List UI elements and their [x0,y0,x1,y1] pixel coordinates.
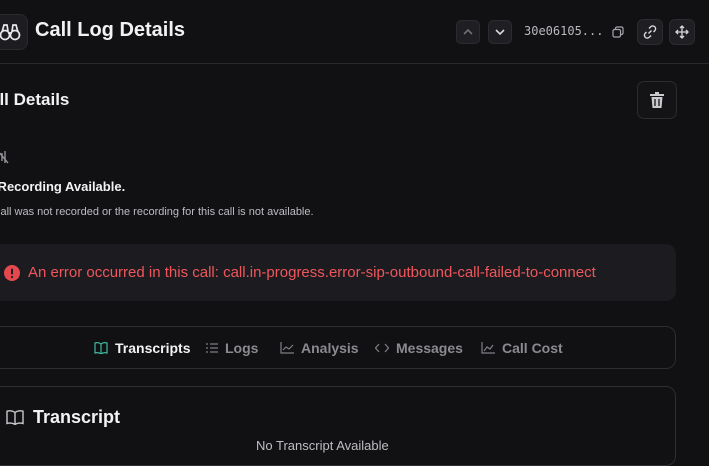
previous-call-button[interactable] [456,20,480,44]
alert-circle-icon [4,265,20,281]
transcript-title: Transcript [33,407,121,427]
error-message: An error occurred in this call: call.in-… [28,264,596,281]
transcript-heading: Transcript [6,407,120,428]
empty-transcript-message: No Transcript Available [256,438,389,453]
tab-transcripts[interactable]: Transcripts [94,340,190,356]
tab-messages[interactable]: Messages [375,340,463,356]
tab-label: Call Cost [502,340,563,356]
tab-label: Transcripts [115,340,191,356]
tab-label: Analysis [301,340,359,356]
tab-call-cost[interactable]: Call Cost [481,340,563,356]
page-title: Call Log Details [35,19,186,41]
top-bar: Call Log Details 30e06105... [0,0,709,64]
chevron-down-icon [495,29,505,36]
tab-label: Messages [396,340,463,356]
move-icon [675,25,689,39]
trash-icon [650,92,664,108]
book-open-icon [6,410,24,425]
area-chart-icon [481,342,495,354]
copy-link-button[interactable] [637,19,663,45]
tab-logs[interactable]: Logs [206,340,258,356]
binoculars-icon [0,14,28,50]
call-details-heading: all Details [0,90,70,109]
next-call-button[interactable] [488,20,512,44]
list-icon [206,343,218,353]
tab-label: Logs [225,340,259,356]
line-chart-icon [280,342,294,354]
tab-analysis[interactable]: Analysis [280,340,359,356]
recording-status-title: o Recording Available. [0,179,126,194]
delete-call-button[interactable] [637,81,677,119]
chevron-up-icon [463,28,473,35]
move-button[interactable] [669,19,695,45]
book-open-icon [94,342,108,354]
recording-status-description: is call was not recorded or the recordin… [0,206,314,218]
code-icon [375,343,389,353]
audio-off-icon [0,150,9,164]
link-icon [643,25,657,39]
call-id: 30e06105... [524,24,604,38]
copy-icon[interactable] [612,26,624,38]
